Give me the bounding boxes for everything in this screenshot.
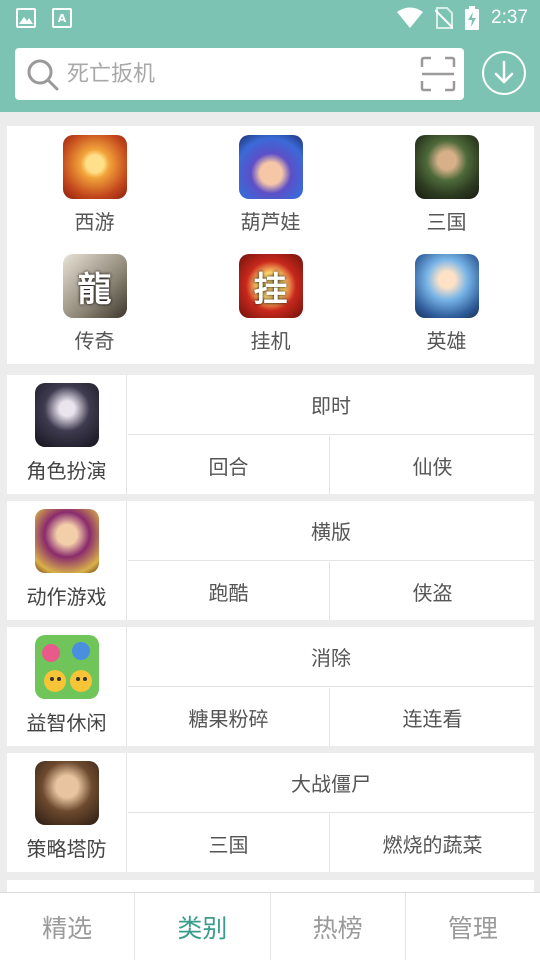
chuanqi-icon-glyph: 龍 (77, 269, 112, 310)
category-tag[interactable]: 燃烧的蔬菜 (331, 814, 534, 872)
featured-label: 挂机 (250, 329, 291, 353)
image-notification-icon (16, 8, 36, 28)
featured-label: 葫芦娃 (240, 210, 301, 234)
category-card-puzzle: 益智休闲 消除 糖果粉碎 连连看 (7, 627, 534, 746)
category-tag[interactable]: 侠盗 (331, 562, 534, 620)
next-category-card (7, 880, 534, 892)
category-strategy[interactable]: 策略塔防 (7, 753, 127, 872)
huluwa-game-icon (238, 135, 303, 199)
category-label: 动作游戏 (26, 585, 107, 609)
tab-featured[interactable]: 精选 (0, 893, 136, 960)
chuanqi-game-icon: 龍 (62, 254, 127, 318)
text-notification-icon: A (52, 8, 72, 28)
category-label: 益智休闲 (26, 711, 107, 735)
wifi-icon (397, 7, 424, 28)
download-button[interactable] (482, 51, 526, 95)
tab-charts[interactable]: 热榜 (271, 893, 406, 960)
search-box[interactable] (15, 48, 464, 100)
featured-label: 英雄 (426, 329, 467, 353)
category-tag[interactable]: 仙侠 (331, 436, 534, 494)
text-notification-glyph: A (57, 11, 67, 25)
featured-label: 三国 (426, 210, 467, 234)
category-tag[interactable]: 横版 (128, 501, 534, 561)
search-icon[interactable] (27, 59, 59, 91)
battery-charging-icon (465, 6, 480, 30)
category-tag[interactable]: 跑酷 (128, 562, 330, 620)
category-action[interactable]: 动作游戏 (7, 501, 127, 620)
download-icon (494, 60, 514, 84)
tab-categories[interactable]: 类别 (135, 893, 271, 960)
featured-label: 传奇 (74, 329, 115, 353)
featured-item-huluwa[interactable]: 葫芦娃 (183, 126, 358, 245)
sanguo-game-icon (414, 135, 479, 199)
category-tag[interactable]: 即时 (128, 375, 534, 435)
scan-icon[interactable] (420, 56, 456, 92)
category-card-action: 动作游戏 横版 跑酷 侠盗 (7, 501, 534, 620)
action-game-icon (34, 509, 99, 573)
yingxiong-game-icon (414, 254, 479, 318)
category-puzzle[interactable]: 益智休闲 (7, 627, 127, 746)
strategy-game-icon (34, 761, 99, 825)
category-card-strategy: 策略塔防 大战僵尸 三国 燃烧的蔬菜 (7, 753, 534, 872)
featured-label: 西游 (74, 210, 115, 234)
featured-item-chuanqi[interactable]: 龍 传奇 (7, 245, 182, 364)
featured-item-xiyou[interactable]: 西游 (7, 126, 182, 245)
puzzle-game-icon (34, 635, 99, 699)
featured-item-sanguo[interactable]: 三国 (359, 126, 534, 245)
featured-item-yingxiong[interactable]: 英雄 (359, 245, 534, 364)
tab-manage[interactable]: 管理 (406, 893, 540, 960)
category-card-roleplay: 角色扮演 即时 回合 仙侠 (7, 375, 534, 494)
category-tag[interactable]: 回合 (128, 436, 330, 494)
category-label: 策略塔防 (26, 837, 107, 861)
xiyou-game-icon (62, 135, 127, 199)
guaji-game-icon: 挂 (238, 254, 303, 318)
puzzle-art (41, 642, 92, 692)
category-tag[interactable]: 糖果粉碎 (128, 688, 330, 746)
guaji-icon-glyph: 挂 (253, 269, 288, 310)
category-tag[interactable]: 连连看 (331, 688, 534, 746)
category-tag[interactable]: 大战僵尸 (128, 753, 534, 813)
featured-grid: 西游 葫芦娃 三国 龍 传奇 挂 挂机 英雄 (7, 126, 534, 364)
status-bar: A 2:37 (0, 0, 540, 36)
featured-item-guaji[interactable]: 挂 挂机 (183, 245, 358, 364)
bottom-nav: 精选 类别 热榜 管理 (0, 892, 540, 960)
search-input[interactable] (67, 56, 407, 92)
category-tag[interactable]: 消除 (128, 627, 534, 687)
status-time: 2:37 (491, 7, 528, 28)
category-label: 角色扮演 (26, 459, 107, 483)
category-roleplay[interactable]: 角色扮演 (7, 375, 127, 494)
no-sim-icon (435, 7, 454, 29)
category-tag[interactable]: 三国 (128, 814, 330, 872)
roleplay-game-icon (34, 383, 99, 447)
header (0, 36, 540, 112)
